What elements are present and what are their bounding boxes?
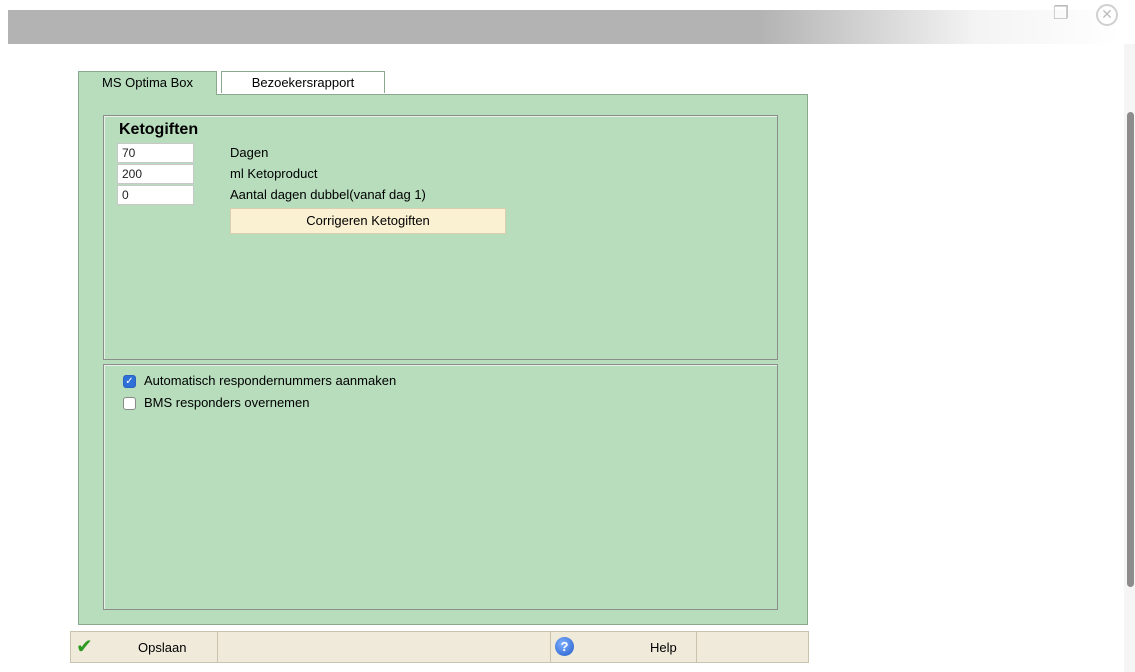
dagen-dubbel-label: Aantal dagen dubbel(vanaf dag 1) xyxy=(230,187,426,202)
close-icon[interactable]: ✕ xyxy=(1096,4,1118,26)
dagen-label: Dagen xyxy=(230,145,269,160)
auto-respondernummers-checkbox[interactable]: ✓ xyxy=(123,375,136,388)
restore-window-icon[interactable]: ❐ xyxy=(1050,2,1072,24)
tab-ms-optima-box[interactable]: MS Optima Box xyxy=(78,71,217,95)
bms-responders-label[interactable]: BMS responders overnemen xyxy=(144,395,309,410)
ketoproduct-input[interactable]: 200 xyxy=(117,164,194,184)
opslaan-label[interactable]: Opslaan xyxy=(138,640,186,655)
ketogiften-title: Ketogiften xyxy=(119,121,199,138)
corrigeren-ketogiften-button[interactable]: Corrigeren Ketogiften xyxy=(230,208,506,234)
bms-responders-checkbox[interactable] xyxy=(123,397,136,410)
ketoproduct-label: ml Ketoproduct xyxy=(230,166,318,181)
auto-respondernummers-label[interactable]: Automatisch respondernummers aanmaken xyxy=(144,373,396,388)
checkmark-icon: ✔ xyxy=(76,636,93,658)
scrollbar-thumb[interactable] xyxy=(1127,112,1134,587)
help-question-icon: ? xyxy=(555,637,574,656)
dagen-dubbel-input[interactable]: 0 xyxy=(117,185,194,205)
help-label[interactable]: Help xyxy=(650,640,677,655)
ketogiften-group xyxy=(103,115,778,360)
tab-bezoekersrapport[interactable]: Bezoekersrapport xyxy=(221,71,385,93)
dagen-input[interactable]: 70 xyxy=(117,143,194,163)
